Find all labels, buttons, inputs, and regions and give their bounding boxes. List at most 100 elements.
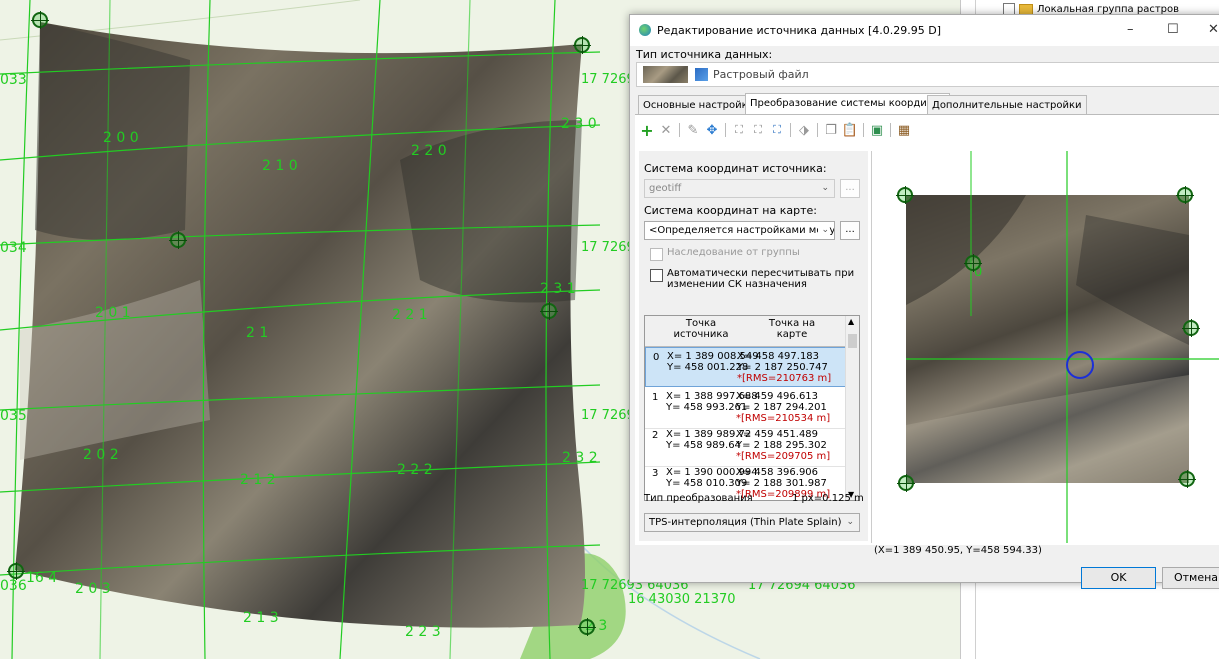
preview-point-marker[interactable] — [896, 186, 914, 204]
preview-grid-lines — [906, 151, 1219, 543]
map-y: Y= 2 188 301.987 — [736, 478, 827, 489]
close-button[interactable]: ✕ — [1208, 22, 1219, 37]
map-label: 2 1 2 — [240, 472, 276, 488]
zoom-points-icon[interactable]: ⛶ — [769, 122, 785, 138]
map-label: 2 0 0 — [103, 130, 139, 146]
minimize-button[interactable]: – — [1127, 22, 1134, 37]
control-point-marker[interactable] — [7, 562, 25, 580]
chevron-down-icon: ⌄ — [846, 517, 854, 527]
map-label: 2 2 2 — [397, 462, 433, 478]
toolbar-separator — [790, 123, 791, 137]
map-y: Y= 2 188 295.302 — [736, 440, 827, 451]
checkbox-box — [650, 248, 663, 261]
preview-point-marker[interactable] — [1176, 186, 1194, 204]
map-crs-select[interactable]: <Определяется настройками модуля> ⌄ — [644, 221, 835, 240]
transform-type-value: TPS-интерполяция (Thin Plate Splain) — [649, 517, 842, 528]
control-points-list[interactable]: Точка источника Точка на карте 0 X= 1 38… — [644, 315, 860, 501]
toolbar-separator — [817, 123, 818, 137]
transform-type-label: Тип преобразования — [644, 493, 753, 504]
point-index: 1 — [652, 392, 659, 403]
paste-icon[interactable]: 📋 — [842, 122, 858, 138]
zoom-extent-icon[interactable]: ⛶ — [750, 122, 766, 138]
scroll-up-icon[interactable]: ▲ — [848, 317, 854, 326]
tab-additional-settings[interactable]: Дополнительные настройки — [927, 95, 1087, 114]
map-label: 2 1 0 — [262, 158, 298, 174]
tab-crs-transform[interactable]: Преобразование системы координат — [745, 93, 951, 115]
map-label: 033 — [0, 72, 27, 88]
points-toolbar: + ✕ ✎ ✥ ⛶ ⛶ ⛶ ⬗ ❐ 📋 ▣ ▦ — [639, 119, 912, 141]
point-index: 3 — [652, 468, 659, 479]
map-label: 2 2 0 — [411, 143, 447, 159]
column-source-point[interactable]: Точка источника — [666, 318, 736, 340]
raster-file-icon — [695, 68, 708, 81]
map-x: X= 458 396.906 — [736, 467, 819, 478]
map-x: X= 459 451.489 — [736, 429, 819, 440]
inherit-from-group-label: Наследование от группы — [667, 247, 800, 258]
control-point-marker[interactable] — [169, 231, 187, 249]
chevron-down-icon: ⌄ — [818, 222, 829, 239]
folder-icon — [1019, 3, 1033, 15]
selected-point-circle — [1066, 351, 1094, 379]
source-type-selector[interactable]: Растровый файл — [636, 62, 1219, 87]
map-crs-browse-button[interactable]: ... — [840, 221, 860, 240]
source-crs-select[interactable]: geotiff ⌄ — [644, 179, 835, 198]
control-point-row[interactable]: 1 X= 1 388 997.688 Y= 458 993.261 X= 459 … — [645, 388, 847, 429]
map-label: 2 0 3 — [75, 581, 111, 597]
delete-point-icon[interactable]: ✕ — [658, 122, 674, 138]
source-crs-value: geotiff — [649, 183, 682, 194]
map-label: 035 — [0, 408, 27, 424]
transform-type-select[interactable]: TPS-интерполяция (Thin Plate Splain) ⌄ — [644, 513, 860, 532]
chevron-down-icon: ⌄ — [821, 183, 829, 193]
inherit-from-group-checkbox[interactable]: Наследование от группы — [650, 247, 800, 261]
pixel-scale: 1 px=0.125 m — [792, 493, 864, 504]
image-icon[interactable]: ▣ — [869, 122, 885, 138]
toolbar-separator — [863, 123, 864, 137]
preview-point-marker[interactable] — [897, 474, 915, 492]
add-point-icon[interactable]: + — [639, 121, 655, 140]
control-point-marker[interactable] — [578, 618, 596, 636]
map-x: X= 458 497.183 — [737, 351, 820, 362]
auto-recalc-checkbox[interactable]: Автоматически пересчитывать при изменени… — [650, 268, 855, 290]
move-point-icon[interactable]: ✥ — [704, 122, 720, 138]
rms-error: *[RMS=210763 m] — [737, 373, 832, 384]
link-icon[interactable]: ⬗ — [796, 122, 812, 138]
edit-pencil-icon[interactable]: ✎ — [685, 122, 701, 138]
preview-point-marker[interactable] — [964, 254, 982, 272]
toolbar-separator — [679, 123, 680, 137]
control-point-row[interactable]: 0 X= 1 389 008.549 Y= 458 001.228 X= 458 … — [645, 347, 847, 387]
table-icon[interactable]: ▦ — [896, 122, 912, 138]
maximize-button[interactable]: ☐ — [1167, 22, 1179, 37]
points-scrollbar[interactable]: ▲ ▼ — [845, 316, 859, 500]
rms-error: *[RMS=209705 m] — [736, 451, 831, 462]
column-map-point[interactable]: Точка на карте — [757, 318, 827, 340]
points-list-header: Точка источника Точка на карте — [645, 316, 847, 347]
ok-button[interactable]: OK — [1081, 567, 1156, 589]
cancel-button[interactable]: Отмена — [1162, 567, 1219, 589]
control-point-marker[interactable] — [540, 302, 558, 320]
source-crs-browse-button[interactable]: ... — [840, 179, 860, 198]
preview-point-marker[interactable] — [1178, 470, 1196, 488]
map-label: 036 — [0, 578, 27, 594]
map-label: 2 1 3 — [243, 610, 279, 626]
source-type-label: Тип источника данных: — [636, 48, 773, 61]
map-label: 2 3 1 — [540, 281, 576, 297]
source-type-value: Растровый файл — [713, 68, 809, 81]
checkbox-box — [650, 269, 663, 282]
point-index: 2 — [652, 430, 659, 441]
map-crs-label: Система координат на карте: — [644, 204, 817, 217]
map-label: 034 — [0, 240, 27, 256]
map-label: 2 3 2 — [562, 450, 598, 466]
scrollbar-thumb[interactable] — [848, 334, 857, 348]
toolbar-separator — [725, 123, 726, 137]
map-crs-value: <Определяется настройками модуля> — [649, 225, 834, 236]
control-point-marker[interactable] — [31, 11, 49, 29]
map-label: 2 2 3 — [405, 624, 441, 640]
dialog-titlebar[interactable]: Редактирование источника данных [4.0.29.… — [630, 15, 1219, 46]
map-label: 2 3 0 — [561, 116, 597, 132]
fit-extent-icon[interactable]: ⛶ — [731, 122, 747, 138]
control-point-row[interactable]: 2 X= 1 389 989.72 Y= 458 989.64 X= 459 45… — [645, 426, 847, 467]
copy-icon[interactable]: ❐ — [823, 122, 839, 138]
control-point-marker[interactable] — [573, 36, 591, 54]
tab-basic-settings[interactable]: Основные настройки — [638, 95, 760, 114]
preview-point-marker[interactable] — [1182, 319, 1200, 337]
